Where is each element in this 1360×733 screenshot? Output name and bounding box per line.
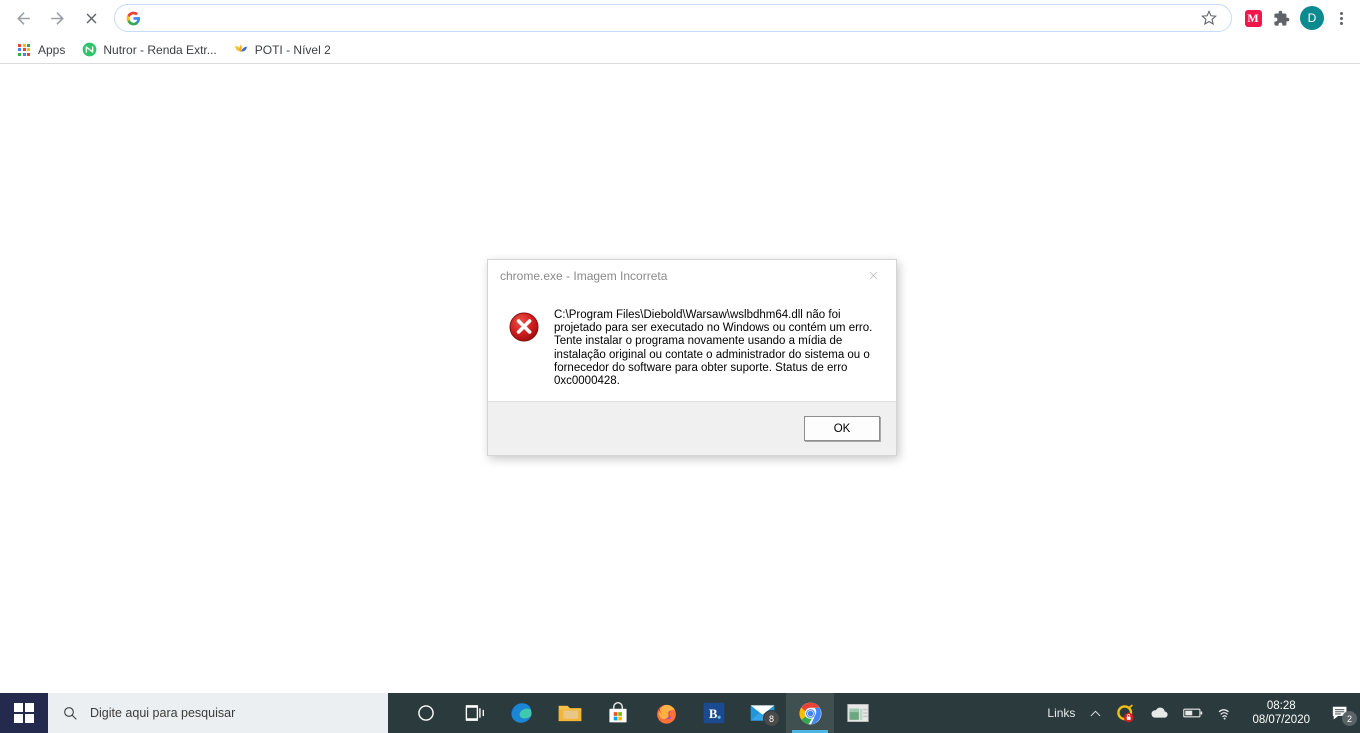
taskbar-item-cortana[interactable] — [402, 693, 450, 733]
google-chrome-icon — [799, 702, 821, 724]
taskbar-item-microsoft-edge[interactable] — [498, 693, 546, 733]
ok-button[interactable]: OK — [804, 416, 880, 441]
tray-warsaw-security[interactable] — [1109, 693, 1142, 733]
search-icon — [64, 707, 77, 720]
stop-button[interactable] — [77, 4, 105, 32]
cortana-icon — [418, 705, 434, 721]
chevron-up-icon — [1091, 710, 1101, 716]
bookmark-nutror[interactable]: Nutror - Renda Extr... — [75, 39, 222, 61]
firefox-icon — [656, 704, 676, 724]
taskbar-clock[interactable]: 08:28 08/07/2020 — [1242, 693, 1320, 733]
error-icon — [508, 311, 540, 343]
system-tray: Links 08:28 08/07/2020 2 — [1040, 693, 1360, 733]
action-center-button[interactable]: 2 — [1320, 693, 1360, 733]
microsoft-edge-icon — [511, 703, 532, 723]
bradesco-icon: B — [703, 702, 725, 724]
avatar-initial: D — [1307, 11, 1317, 25]
spreadsheet-app-icon — [847, 704, 869, 722]
clock-time: 08:28 — [1266, 700, 1296, 712]
bookmark-apps[interactable]: Apps — [10, 39, 71, 61]
taskbar-item-firefox[interactable] — [642, 693, 690, 733]
bookmark-star-icon[interactable] — [1197, 6, 1221, 30]
action-center-badge: 2 — [1342, 711, 1357, 726]
dialog-close-button[interactable] — [851, 261, 896, 291]
mega-extension-icon[interactable]: M — [1240, 5, 1266, 31]
error-dialog: chrome.exe - Imagem Incorreta C:\Program… — [487, 259, 897, 456]
dialog-title: chrome.exe - Imagem Incorreta — [500, 268, 668, 283]
bookmark-label: POTI - Nível 2 — [254, 42, 331, 57]
bookmark-label: Apps — [38, 42, 66, 57]
apps-grid-icon — [16, 42, 32, 58]
close-x-icon — [869, 271, 878, 280]
tray-onedrive[interactable] — [1142, 693, 1176, 733]
tray-wifi[interactable] — [1210, 693, 1242, 733]
mail-badge: 8 — [763, 710, 780, 727]
clock-date: 08/07/2020 — [1252, 714, 1310, 726]
dialog-footer: OK — [488, 401, 896, 455]
back-arrow-icon — [16, 11, 30, 25]
taskbar-item-google-chrome[interactable] — [786, 693, 834, 733]
back-button[interactable] — [9, 4, 37, 32]
address-bar[interactable] — [114, 4, 1232, 32]
kebab-dot — [1339, 21, 1343, 25]
extensions-puzzle-icon[interactable] — [1268, 5, 1294, 31]
profile-avatar[interactable]: D — [1300, 6, 1324, 30]
taskbar-search[interactable]: Digite aqui para pesquisar — [48, 693, 388, 733]
browser-window: M D Apps Nutror - Renda Extr... POTI - N… — [0, 0, 1360, 693]
dialog-body: C:\Program Files\Diebold\Warsaw\wslbdhm6… — [488, 291, 896, 401]
toolbar-right-actions: M D — [1240, 5, 1354, 31]
taskbar-search-placeholder: Digite aqui para pesquisar — [90, 706, 236, 720]
task-view-icon — [465, 705, 484, 721]
kebab-dot — [1339, 11, 1343, 15]
start-button[interactable] — [0, 693, 48, 733]
file-explorer-icon — [558, 705, 582, 722]
wifi-icon — [1219, 708, 1230, 720]
address-bar-input[interactable] — [149, 5, 1193, 31]
svg-text:B: B — [709, 707, 718, 721]
windows-logo-icon — [14, 703, 34, 723]
google-g-icon — [125, 10, 141, 26]
warsaw-security-icon — [1117, 704, 1134, 722]
bookmark-label: Nutror - Renda Extr... — [103, 42, 217, 57]
bookmark-poti[interactable]: POTI - Nível 2 — [227, 39, 337, 61]
forward-arrow-icon — [50, 11, 64, 25]
extension-letter: M — [1244, 9, 1262, 27]
windows-taskbar: Digite aqui para pesquisar B 8 Links 08:… — [0, 693, 1360, 733]
taskbar-item-task-view[interactable] — [450, 693, 498, 733]
taskbar-item-mail[interactable]: 8 — [738, 693, 786, 733]
taskbar-app-icons: B 8 — [402, 693, 882, 733]
nutror-icon — [81, 42, 97, 58]
dialog-title-bar[interactable]: chrome.exe - Imagem Incorreta — [488, 260, 896, 291]
show-hidden-icons-button[interactable] — [1082, 693, 1109, 733]
forward-button[interactable] — [43, 4, 71, 32]
taskbar-item-file-explorer[interactable] — [546, 693, 594, 733]
browser-toolbar: M D — [0, 0, 1360, 36]
kebab-dot — [1339, 16, 1343, 20]
tray-battery[interactable] — [1176, 693, 1210, 733]
close-x-icon — [86, 13, 96, 23]
taskbar-item-spreadsheet-app[interactable] — [834, 693, 882, 733]
taskbar-item-bradesco[interactable]: B — [690, 693, 738, 733]
tray-links-label[interactable]: Links — [1040, 693, 1082, 733]
poti-icon — [233, 42, 249, 58]
chrome-menu-button[interactable] — [1328, 5, 1354, 31]
bookmarks-bar: Apps Nutror - Renda Extr... POTI - Nível… — [0, 36, 1360, 64]
onedrive-icon — [1151, 707, 1169, 718]
links-text: Links — [1047, 706, 1076, 720]
battery-icon — [1183, 708, 1203, 718]
microsoft-store-icon — [609, 702, 627, 723]
taskbar-item-microsoft-store[interactable] — [594, 693, 642, 733]
dialog-message: C:\Program Files\Diebold\Warsaw\wslbdhm6… — [554, 309, 873, 388]
